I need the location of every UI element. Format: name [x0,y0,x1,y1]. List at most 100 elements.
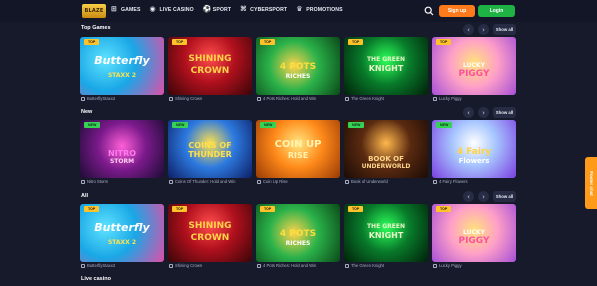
game-art-subtitle: STAXX 2 [107,72,137,79]
new-badge: NEW [84,122,101,128]
section-title-new: New [81,109,93,115]
game-art-subtitle: STORM [109,158,135,165]
game-thumbnail[interactable]: TOP 4 POTS RICHES [256,204,340,262]
footer-chat-tab[interactable]: Footer chat [585,157,597,209]
game-tile[interactable]: TOP LUCKY PIGGY Lucky Piggy [432,204,516,270]
game-thumbnail[interactable]: NEW BOOK OF UNDERWORLD [344,120,428,178]
show-all-button[interactable]: Show all [493,24,516,35]
game-tile[interactable]: TOP 4 POTS RICHES 4 Pots Riches: Hold an… [256,204,340,270]
game-tile[interactable]: TOP 4 POTS RICHES 4 Pots Riches: Hold an… [256,37,340,103]
game-caption: Shining Crown [169,263,202,268]
next-arrow-icon[interactable]: › [478,24,489,35]
game-caption: The Green Knight [345,263,384,268]
game-tile[interactable]: TOP SHINING CROWN Shining Crown [168,204,252,270]
next-arrow-icon[interactable]: › [478,107,489,118]
game-name: Nitro Storm [87,179,109,184]
search-icon[interactable] [424,6,434,16]
game-art-title: 4 POTS [279,229,317,239]
game-thumbnail[interactable]: TOP Butterfly STAXX 2 [80,204,164,262]
game-caption: 4 Pots Riches: Hold and Win [257,263,316,268]
nav-games-label: GAMES [121,6,141,13]
game-name: 4 Pots Riches: Hold and Win [263,263,317,268]
game-name: Coin Up Rise [263,179,288,184]
nav-item-live-casino[interactable]: ◉ LIVE CASINO [150,6,194,13]
game-thumbnail[interactable]: TOP THE GREEN KNIGHT [344,204,428,262]
game-tile[interactable]: TOP LUCKY PIGGY Lucky Piggy [432,37,516,103]
game-tile[interactable]: NEW NITRO STORM Nitro Storm [80,120,164,186]
game-name: Shining Crown [175,263,203,268]
game-art-title: BOOK OF [368,155,404,163]
game-thumbnail[interactable]: TOP SHINING CROWN [168,37,252,95]
top-badge: TOP [84,39,100,45]
nav-item-games[interactable]: ⊞ GAMES [111,6,141,13]
top-badge: TOP [348,206,364,212]
game-tile[interactable]: TOP THE GREEN KNIGHT The Green Knight [344,204,428,270]
game-thumbnail[interactable]: NEW COIN UP RISE [256,120,340,178]
show-all-button[interactable]: Show all [493,191,516,202]
provider-icon [169,96,173,101]
game-name: Coins Of Thunder: Hold and Win [175,179,236,184]
new-badge: NEW [436,122,453,128]
game-thumbnail[interactable]: TOP LUCKY PIGGY [432,204,516,262]
game-tile[interactable]: TOP THE GREEN KNIGHT The Green Knight [344,37,428,103]
prev-arrow-icon[interactable]: ‹ [463,191,474,202]
game-art-subtitle: RISE [287,151,309,160]
game-caption: Coin Up Rise [257,179,288,184]
game-tile[interactable]: TOP SHINING CROWN Shining Crown [168,37,252,103]
game-name: 4 Pots Riches: Hold and Win [263,96,317,101]
game-thumbnail[interactable]: TOP Butterfly STAXX 2 [80,37,164,95]
site-logo[interactable]: BLAZE [82,4,106,18]
game-tile[interactable]: NEW COIN UP RISE Coin Up Rise [256,120,340,186]
game-art-subtitle: CROWN [190,233,230,243]
game-tile[interactable]: TOP Butterfly STAXX 2 ButterflyStaxx2 [80,37,164,103]
nav-item-sport[interactable]: ⚽ SPORT [203,6,231,13]
game-tile[interactable]: TOP Butterfly STAXX 2 ButterflyStaxx2 [80,204,164,270]
section-title-live-casino: Live casino [81,276,111,282]
next-arrow-icon[interactable]: › [478,191,489,202]
game-thumbnail[interactable]: TOP SHINING CROWN [168,204,252,262]
provider-icon [169,263,173,268]
prev-arrow-icon[interactable]: ‹ [463,24,474,35]
game-tile[interactable]: NEW COINS OF THUNDER Coins Of Thunder: H… [168,120,252,186]
prev-arrow-icon[interactable]: ‹ [463,107,474,118]
logo-text: BLAZE [84,8,104,14]
game-thumbnail[interactable]: TOP THE GREEN KNIGHT [344,37,428,95]
game-thumbnail[interactable]: NEW 4 Fairy Flowers [432,120,516,178]
game-caption: Lucky Piggy [433,263,462,268]
provider-icon [81,263,85,268]
footer-chat-label: Footer chat [588,170,594,196]
game-name: The Green Knight [351,263,385,268]
show-all-button[interactable]: Show all [493,107,516,118]
game-tile[interactable]: NEW 4 Fairy Flowers 4 Fairy Flowers [432,120,516,186]
game-thumbnail[interactable]: TOP 4 POTS RICHES [256,37,340,95]
nav-item-promotions[interactable]: ♛ PROMOTIONS [296,6,342,13]
trophy-icon: ♛ [296,5,303,13]
game-art-title: THE GREEN [366,56,406,63]
provider-icon [433,179,437,184]
game-art-title: 4 POTS [279,62,317,72]
game-thumbnail[interactable]: TOP LUCKY PIGGY [432,37,516,95]
nav-item-cybersport[interactable]: ⌘ CYBERSPORT [240,6,287,13]
game-tile[interactable]: NEW BOOK OF UNDERWORLD Book of Underworl… [344,120,428,186]
game-art-title: SHINING [188,54,232,64]
gamepad-icon: ⊞ [111,5,117,13]
game-art-subtitle: KNIGHT [368,231,404,240]
game-row-top-games: TOP Butterfly STAXX 2 ButterflyStaxx2 TO… [80,37,516,103]
game-name: Book of Underworld [351,179,388,184]
game-art-title: COIN UP [274,139,322,150]
game-caption: Shining Crown [169,96,202,101]
live-icon: ◉ [149,5,156,13]
game-art-subtitle: RICHES [285,73,311,80]
signup-button[interactable]: Sign up [439,5,475,17]
nav-live-casino-label: LIVE CASINO [159,6,194,13]
top-badge: TOP [172,39,188,45]
game-art-title: Butterfly [94,221,150,234]
game-thumbnail[interactable]: NEW COINS OF THUNDER [168,120,252,178]
nav-cybersport-label: CYBERSPORT [250,6,288,13]
login-button[interactable]: Login [478,5,515,17]
game-thumbnail[interactable]: NEW NITRO STORM [80,120,164,178]
game-caption: ButterflyStaxx2 [81,96,115,101]
game-name: The Green Knight [351,96,385,101]
game-caption: Nitro Storm [81,179,108,184]
nav-promotions-label: PROMOTIONS [306,6,343,13]
